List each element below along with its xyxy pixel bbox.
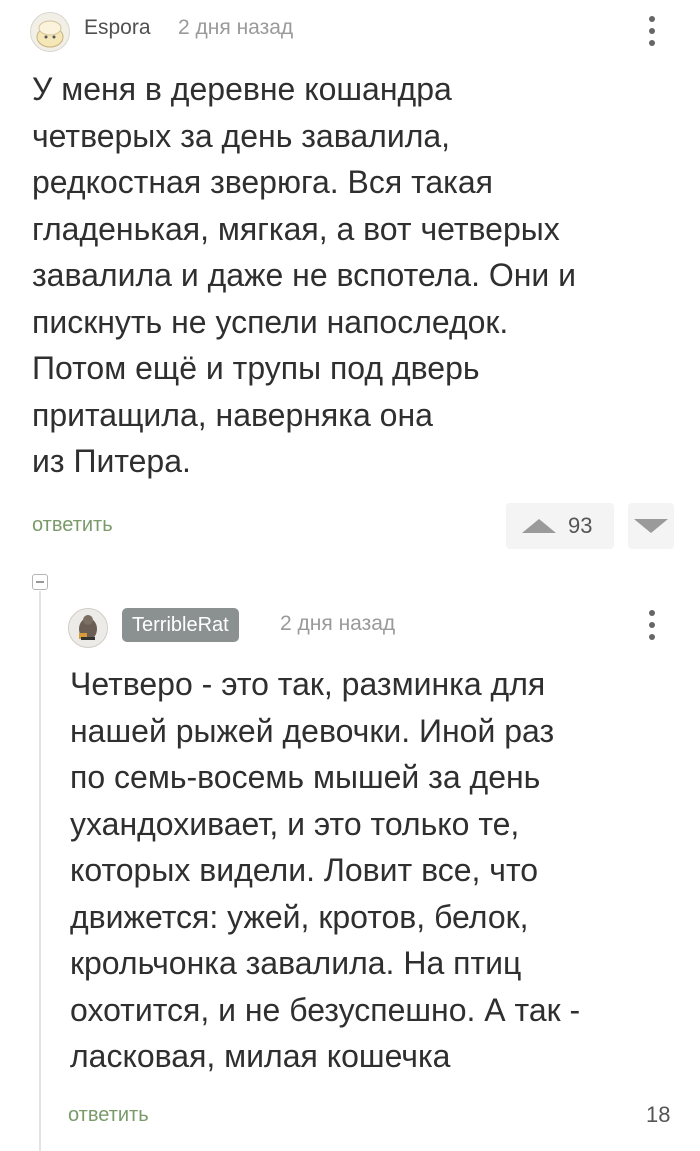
comment-text-line: гладенькая, мягкая, а вот четверых bbox=[32, 210, 560, 247]
comment-text-line: притащила, наверняка она bbox=[32, 396, 433, 433]
comment-text-line: охотится, и не безуспешно. А так - bbox=[70, 991, 581, 1028]
comment-text-line: Потом ещё и трупы под дверь bbox=[32, 350, 480, 386]
comment-rating: 18 bbox=[646, 1102, 671, 1127]
comment-text-line: по семь-восемь мышей за день bbox=[70, 759, 541, 795]
collapse-thread-icon[interactable] bbox=[32, 574, 48, 590]
comment-author[interactable]: Espora bbox=[84, 16, 151, 40]
upvote-button[interactable]: 93 bbox=[506, 503, 614, 549]
comment-text-line: нашей рыжей девочки. Иной раз bbox=[70, 712, 555, 749]
reply-button[interactable]: ответить bbox=[68, 1104, 149, 1127]
comment-text-line: редкостная зверюга. Вся такая bbox=[32, 164, 493, 200]
comment-timestamp: 2 дня назад bbox=[280, 612, 396, 635]
comment-text-line: ухандохивает, и это только те, bbox=[70, 805, 520, 842]
more-vertical-icon[interactable] bbox=[640, 12, 664, 52]
avatar-image bbox=[69, 609, 107, 647]
avatar[interactable] bbox=[68, 608, 108, 648]
downvote-button[interactable] bbox=[628, 503, 674, 549]
more-vertical-icon[interactable] bbox=[640, 606, 664, 646]
comment-body: У меня в деревне кошандра четверых за де… bbox=[32, 66, 672, 485]
comment-text-line: ласковая, милая кошечка bbox=[70, 1038, 451, 1074]
comment-text-line: движется: ужей, кротов, белок, bbox=[70, 898, 529, 935]
triangle-down-icon bbox=[634, 519, 668, 533]
comment-text-line: У меня в деревне кошандра bbox=[32, 71, 452, 107]
avatar[interactable] bbox=[30, 12, 70, 52]
comment-text-line: пискнуть не успели напоследок. bbox=[32, 303, 509, 340]
comment-text-line: четверых за день завалила, bbox=[32, 117, 451, 154]
comment-text-line: крольчонка завалила. На птиц bbox=[70, 945, 522, 981]
comment-author-badge[interactable]: TerribleRat bbox=[122, 608, 239, 642]
thread-line[interactable] bbox=[39, 591, 41, 1151]
comment-timestamp: 2 дня назад bbox=[178, 16, 294, 39]
comment-text-line: Четверо - это так, разминка для bbox=[70, 666, 546, 702]
comment-body: Четверо - это так, разминка для нашей ры… bbox=[70, 661, 680, 1080]
comment-text-line: которых видели. Ловит все, что bbox=[70, 852, 539, 888]
reply-button[interactable]: ответить bbox=[32, 514, 113, 537]
triangle-up-icon bbox=[522, 519, 556, 533]
comment-text-line: завалила и даже не вспотела. Они и bbox=[32, 257, 577, 293]
comment-text-line: из Питера. bbox=[32, 443, 191, 479]
avatar-image bbox=[36, 20, 64, 48]
comment-rating: 93 bbox=[568, 513, 593, 538]
